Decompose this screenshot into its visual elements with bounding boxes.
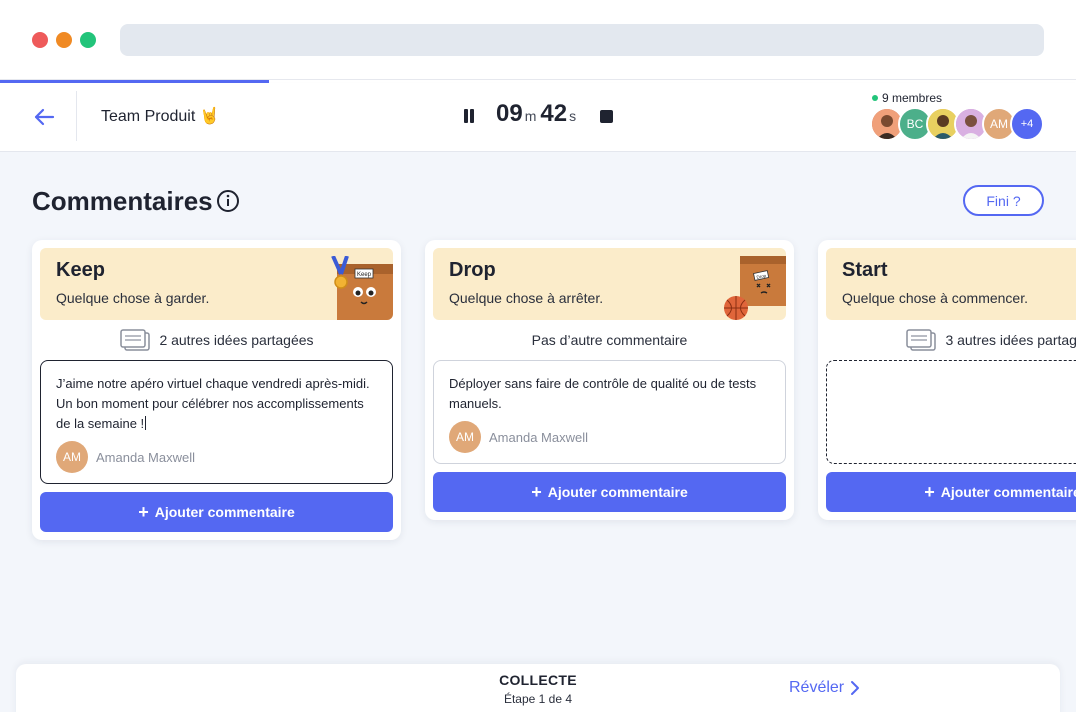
shared-ideas-indicator[interactable]: 3 autres idées partagées (818, 328, 1076, 352)
column-header: Start Quelque chose à commencer. (826, 248, 1076, 320)
arrow-left-icon (34, 108, 55, 126)
column-title: Start (842, 259, 888, 281)
comment-card-editing[interactable]: J’aime notre apéro virtuel chaque vendre… (40, 360, 393, 484)
column-subtitle: Quelque chose à arrêter. (449, 290, 604, 306)
add-comment-button[interactable]: + Ajouter commentaire (433, 472, 786, 512)
add-comment-label: Ajouter commentaire (547, 484, 688, 500)
avatar: AM (449, 421, 481, 453)
phase-title: COLLECTE (499, 672, 577, 688)
shared-ideas-label: 3 autres idées partagées (945, 332, 1076, 348)
phase-step: Étape 1 de 4 (503, 692, 573, 706)
members-count: 9 membres (872, 91, 942, 105)
more-members-badge[interactable]: +4 (1010, 107, 1044, 141)
comment-text: Déployer sans faire de contrôle de quali… (449, 376, 757, 411)
shared-ideas-indicator[interactable]: 2 autres idées partagées (32, 328, 401, 352)
browser-chrome (0, 0, 1076, 80)
add-comment-button[interactable]: + Ajouter commentaire (826, 472, 1076, 512)
finish-button[interactable]: Fini ? (963, 185, 1044, 216)
window-minimize-dot[interactable] (56, 32, 72, 48)
plus-icon: + (531, 482, 542, 502)
window-maximize-dot[interactable] (80, 32, 96, 48)
phase-footer: COLLECTE Étape 1 de 4 Révéler (16, 664, 1060, 712)
timer-minutes-unit: m (524, 108, 537, 124)
reveal-label: Révéler (789, 679, 845, 696)
header-divider (76, 91, 77, 141)
keep-box-label: Keep (357, 272, 372, 278)
online-indicator (872, 95, 878, 101)
info-icon[interactable] (216, 189, 240, 213)
add-comment-label: Ajouter commentaire (940, 484, 1076, 500)
members-label: 9 membres (882, 91, 943, 105)
avatar-initials: BC (906, 117, 924, 131)
comment-author: AM Amanda Maxwell (449, 421, 770, 453)
author-name: Amanda Maxwell (489, 429, 588, 445)
app-header: Team Produit 🤘 09 m 42 s 9 membres BC AM +4 (0, 83, 1076, 152)
back-button[interactable] (28, 101, 60, 133)
stop-button[interactable] (600, 110, 613, 123)
timer-seconds: 42 (540, 100, 568, 127)
column-drop: Drop Quelque chose à arrêter. Drop Pas d… (425, 240, 794, 520)
timer-display: 09 m 42 s (496, 100, 576, 128)
comment-author: AM Amanda Maxwell (56, 441, 377, 473)
pause-icon (464, 109, 468, 123)
shared-ideas-label: 2 autres idées partagées (159, 332, 314, 348)
stacked-cards-icon (906, 329, 937, 351)
column-keep: Keep Quelque chose à garder. Keep 2 autr… (32, 240, 401, 540)
timer-minutes: 09 (496, 100, 523, 127)
empty-comment-dropzone[interactable] (826, 360, 1076, 464)
keep-box-medal-icon: Keep (331, 256, 393, 320)
add-comment-label: Ajouter commentaire (154, 504, 295, 520)
author-name: Amanda Maxwell (96, 449, 195, 465)
shared-ideas-label: Pas d’autre commentaire (531, 332, 688, 348)
drop-box-ball-icon: Drop (724, 256, 786, 320)
avatar: AM (56, 441, 88, 473)
pause-icon-bar (470, 109, 474, 123)
reveal-button[interactable]: Révéler (789, 679, 860, 697)
comment-text-input[interactable]: J’aime notre apéro virtuel chaque vendre… (56, 374, 377, 434)
column-subtitle: Quelque chose à garder. (56, 290, 210, 306)
address-bar[interactable] (120, 24, 1044, 56)
column-header: Keep Quelque chose à garder. Keep (40, 248, 393, 320)
column-start: Start Quelque chose à commencer. 3 autre… (818, 240, 1076, 520)
comment-text: J’aime notre apéro virtuel chaque vendre… (56, 376, 370, 431)
comment-card[interactable]: Déployer sans faire de contrôle de quali… (433, 360, 786, 464)
text-cursor (145, 416, 147, 430)
chevron-right-icon (851, 681, 860, 695)
column-title: Keep (56, 259, 105, 281)
column-subtitle: Quelque chose à commencer. (842, 290, 1028, 306)
window-close-dot[interactable] (32, 32, 48, 48)
main-content: Commentaires Fini ? Keep Quelque chose à… (0, 152, 1076, 712)
column-title: Drop (449, 259, 496, 281)
plus-icon: + (924, 482, 935, 502)
pause-button[interactable] (461, 107, 477, 125)
column-header: Drop Quelque chose à arrêter. Drop (433, 248, 786, 320)
plus-icon: + (138, 502, 149, 522)
avatar-initials: AM (990, 117, 1008, 131)
page-title: Commentaires (32, 186, 213, 216)
more-members-count: +4 (1020, 118, 1034, 130)
team-name: Team Produit 🤘 (101, 108, 220, 125)
add-comment-button[interactable]: + Ajouter commentaire (40, 492, 393, 532)
timer-seconds-unit: s (569, 108, 577, 124)
stacked-cards-icon (120, 329, 151, 351)
shared-ideas-indicator: Pas d’autre commentaire (425, 328, 794, 352)
